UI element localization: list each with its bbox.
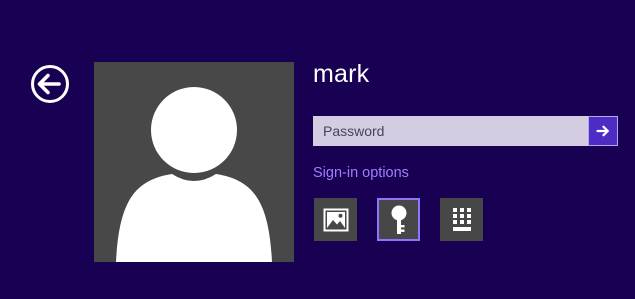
- sign-in-options-link[interactable]: Sign-in options: [313, 164, 409, 182]
- arrow-right-icon: [596, 125, 609, 137]
- picture-password-icon: [323, 208, 348, 231]
- password-row: [313, 116, 618, 146]
- user-name: mark: [313, 60, 370, 88]
- back-arrow-icon: [31, 65, 69, 103]
- submit-button[interactable]: [588, 116, 618, 146]
- picture-password-option[interactable]: [314, 198, 357, 241]
- back-button[interactable]: [30, 64, 70, 104]
- pin-option[interactable]: [440, 198, 483, 241]
- user-avatar: [94, 62, 294, 262]
- password-option[interactable]: [377, 198, 420, 241]
- default-user-silhouette-icon: [116, 87, 272, 262]
- key-icon: [391, 205, 406, 234]
- pin-keypad-icon: [452, 207, 471, 231]
- password-input[interactable]: [313, 116, 588, 146]
